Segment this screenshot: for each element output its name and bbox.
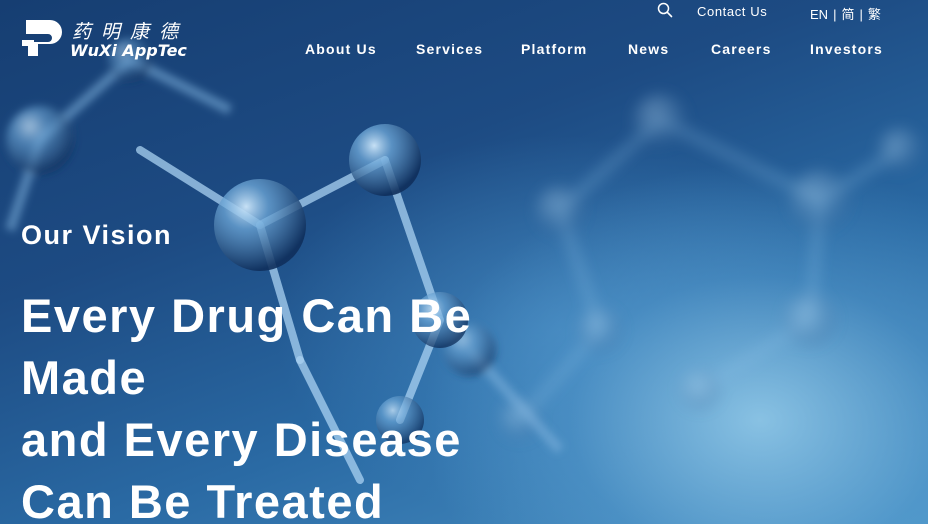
nav-item-about-us[interactable]: About Us	[305, 41, 377, 57]
nav-item-careers[interactable]: Careers	[711, 41, 772, 57]
search-icon[interactable]	[657, 2, 673, 18]
nav-item-investors[interactable]: Investors	[810, 41, 883, 57]
hero-eyebrow: Our Vision	[21, 220, 173, 250]
language-separator: |	[859, 7, 863, 22]
headline-line: and Every Disease	[21, 413, 462, 466]
language-separator: |	[833, 7, 837, 22]
language-en-option[interactable]: EN	[810, 7, 828, 22]
language-switcher: EN | 简 | 繁	[810, 4, 881, 23]
nav-item-services[interactable]: Services	[416, 41, 483, 57]
hero-headline: Every Drug Can Be Made and Every Disease…	[21, 285, 561, 524]
language-simplified-option[interactable]: 简	[841, 7, 854, 22]
nav-item-platform[interactable]: Platform	[521, 41, 587, 57]
logo-english-name: WuXi AppTec	[70, 41, 187, 60]
logo-chinese-name: 药明康德	[72, 21, 189, 43]
headline-line: Every Drug Can Be	[21, 289, 473, 342]
headline-line: Made	[21, 351, 148, 404]
nav-item-news[interactable]: News	[628, 41, 669, 57]
language-traditional-option[interactable]: 繁	[868, 7, 881, 22]
headline-line: Can Be Treated	[21, 475, 385, 524]
wuxi-apptec-logo[interactable]: 药明康德 WuXi AppTec	[20, 16, 200, 66]
logo-mark-icon	[22, 20, 62, 56]
contact-us-link[interactable]: Contact Us	[697, 4, 767, 19]
